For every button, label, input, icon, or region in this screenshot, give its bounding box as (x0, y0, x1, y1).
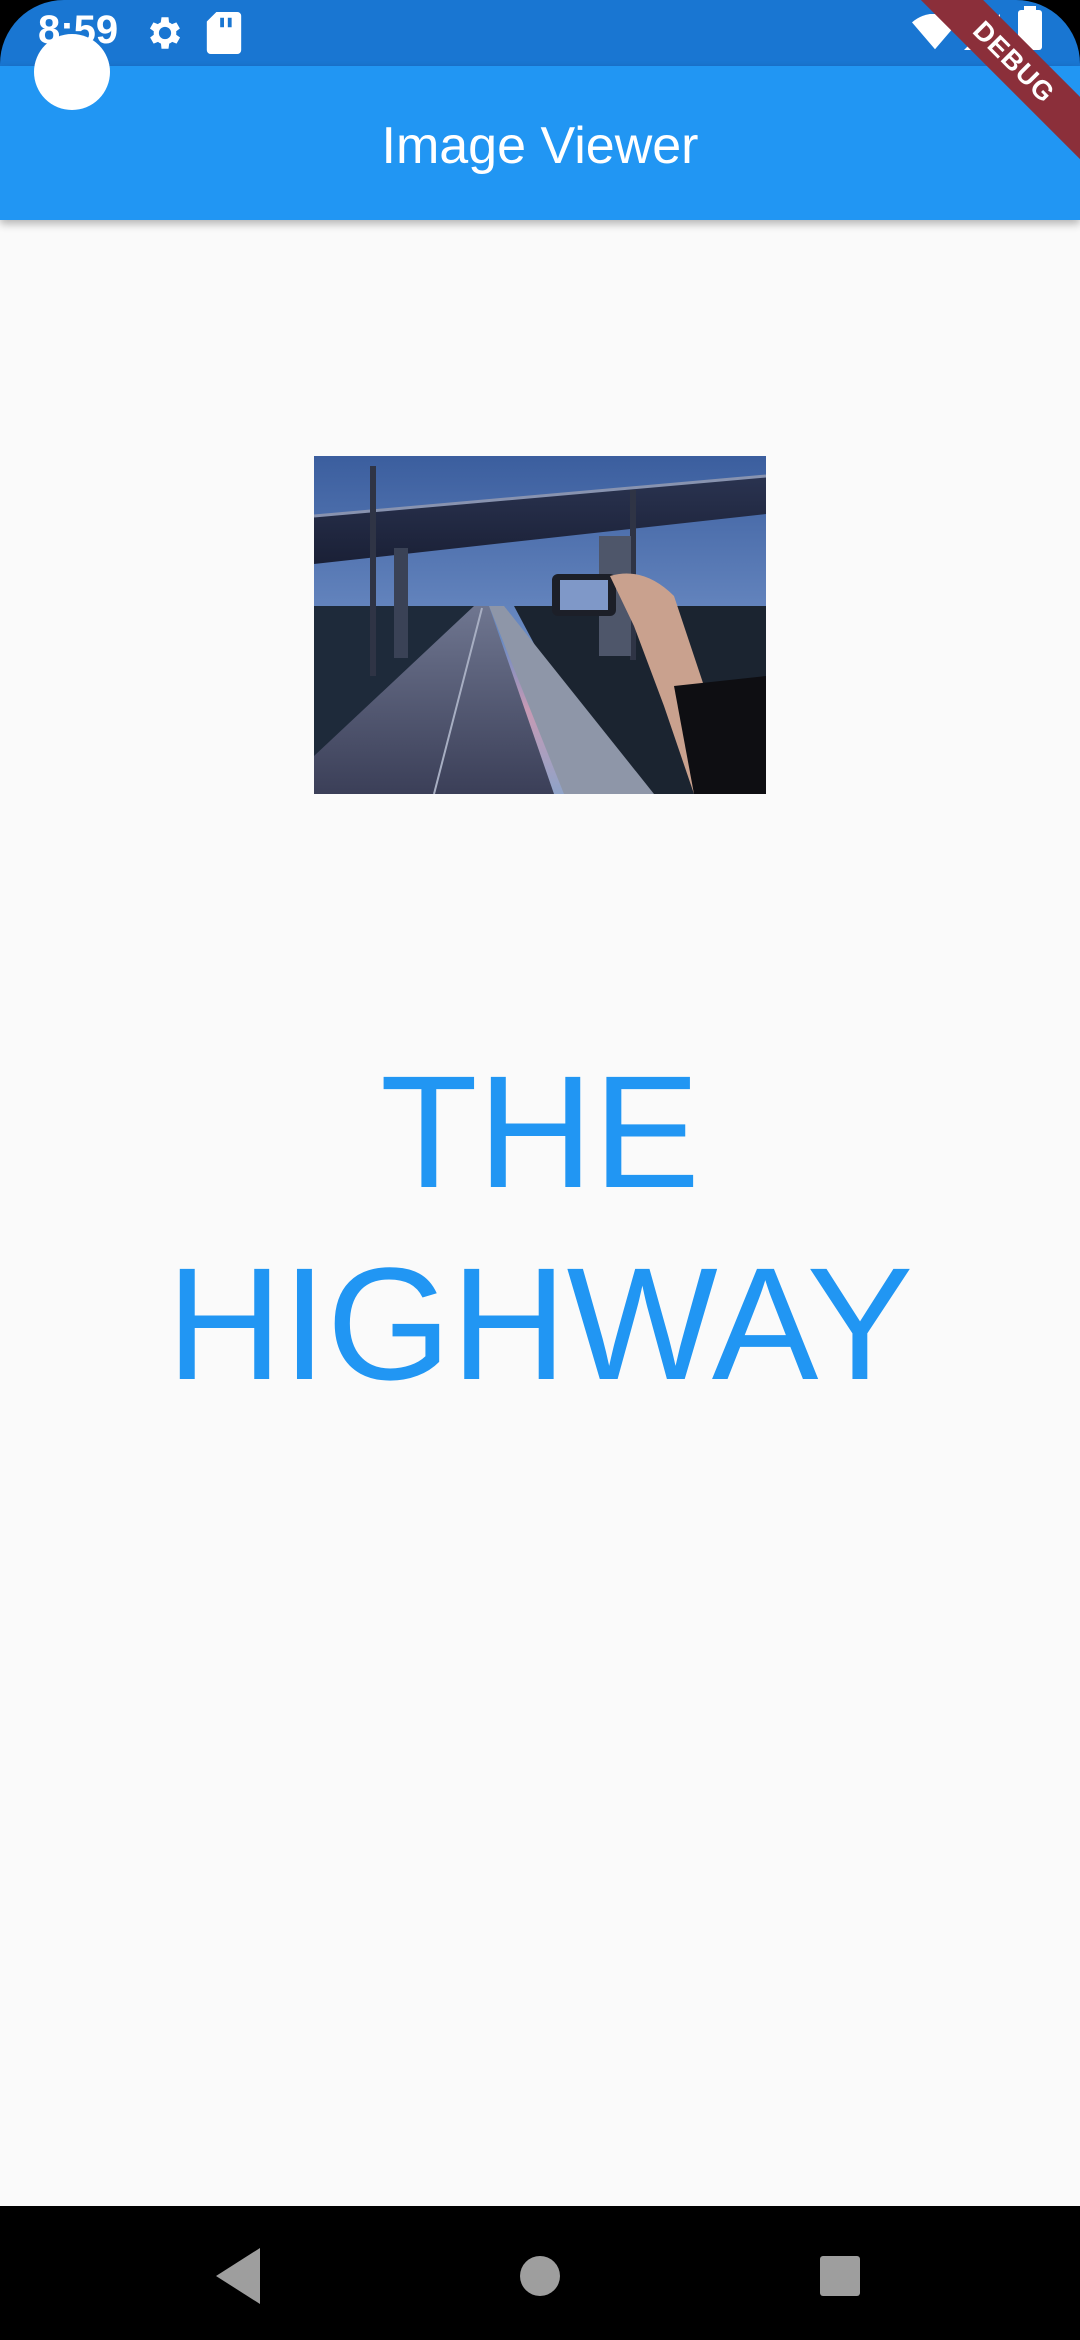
home-icon[interactable] (500, 2236, 580, 2316)
highway-photo[interactable] (314, 456, 766, 794)
gear-icon (144, 12, 186, 59)
main-content: THE HIGHWAY (0, 220, 1080, 2206)
debug-banner: DEBUG (900, 0, 1080, 180)
front-camera (34, 34, 110, 110)
phone-screen: 8:59 DEBUG Image Viewer THE HIGHWAY (0, 0, 1080, 2340)
image-caption: THE HIGHWAY (166, 1042, 914, 1413)
system-nav-bar (0, 2206, 1080, 2340)
recents-icon[interactable] (800, 2236, 880, 2316)
debug-banner-label: DEBUG (906, 0, 1080, 170)
sd-card-icon (206, 12, 242, 59)
back-icon[interactable] (200, 2236, 280, 2316)
